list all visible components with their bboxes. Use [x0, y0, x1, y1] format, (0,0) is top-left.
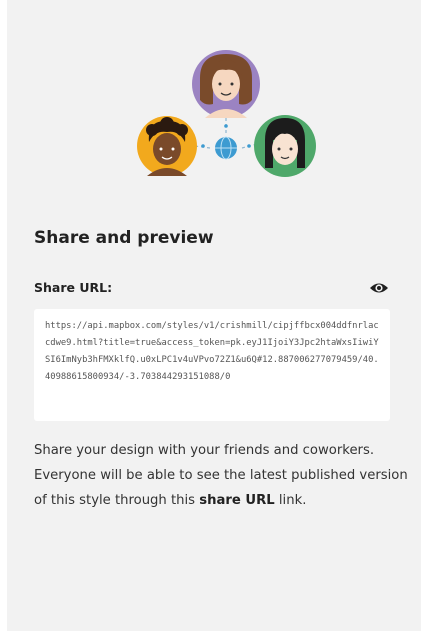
share-url-text[interactable]: https://api.mapbox.com/styles/v1/crishmi…: [34, 309, 390, 421]
eye-icon[interactable]: [368, 278, 390, 298]
avatar-woman-black-hair: [254, 115, 316, 177]
description-text-end: link.: [274, 493, 307, 508]
share-url-emphasis: share URL: [199, 493, 275, 508]
globe-icon: [201, 124, 251, 160]
panel-title: Share and preview: [34, 228, 214, 248]
share-description: Share your design with your friends and …: [34, 438, 414, 513]
avatar-woman-brown-hair: [192, 50, 260, 118]
share-url-header: Share URL:: [34, 277, 390, 299]
share-illustration: [137, 50, 316, 177]
share-panel: Share and preview Share URL: https://api…: [7, 0, 421, 631]
share-url-label: Share URL:: [34, 280, 113, 295]
avatar-man-curly-hair: [137, 116, 197, 176]
